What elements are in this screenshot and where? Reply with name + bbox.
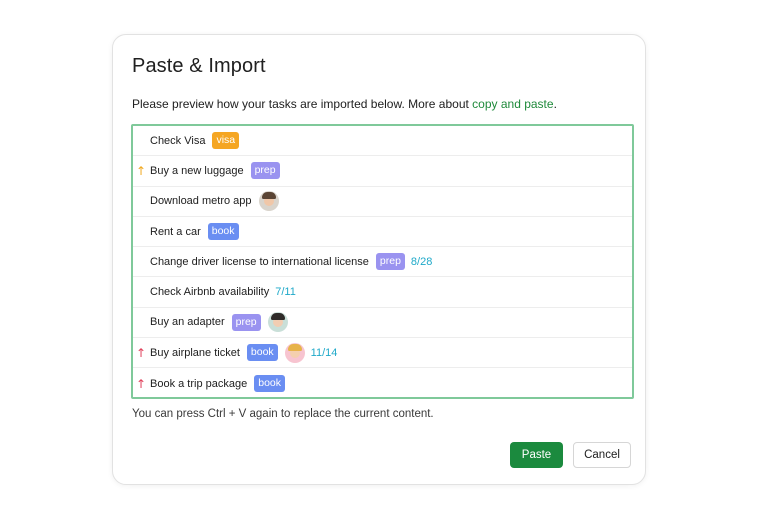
- task-row[interactable]: Check Visa visa: [133, 126, 632, 157]
- task-row[interactable]: ↑ Buy a new luggage prep: [133, 156, 632, 187]
- task-row[interactable]: Buy an adapter prep: [133, 308, 632, 339]
- tag-badge: book: [207, 223, 239, 241]
- task-row[interactable]: ↑ Buy airplane ticket book 11/14: [133, 338, 632, 369]
- tag-badge: book: [246, 344, 278, 362]
- avatar-hair: [287, 343, 302, 351]
- task-title: Rent a car: [150, 225, 201, 238]
- tag-badge: prep: [250, 162, 280, 180]
- task-title: Download metro app: [150, 195, 252, 208]
- subtask-count: 11/14: [310, 346, 338, 359]
- task-title: Book a trip package: [150, 377, 248, 390]
- intro-text: Please preview how your tasks are import…: [132, 97, 557, 111]
- paste-import-dialog: Paste & Import Please preview how your t…: [112, 34, 646, 485]
- cancel-button[interactable]: Cancel: [573, 442, 631, 468]
- task-title: Buy an adapter: [150, 316, 225, 329]
- task-row[interactable]: ↑ Book a trip package book: [133, 368, 632, 397]
- task-row[interactable]: Download metro app: [133, 187, 632, 217]
- priority-arrow-icon: ↑: [136, 376, 147, 391]
- replace-hint: You can press Ctrl + V again to replace …: [132, 408, 434, 420]
- copy-paste-link[interactable]: copy and paste: [472, 97, 553, 111]
- intro-end: .: [553, 97, 557, 111]
- avatar-hair: [261, 192, 276, 200]
- priority-arrow-icon: ↑: [136, 163, 147, 178]
- subtask-count: 7/11: [275, 286, 296, 299]
- task-row[interactable]: Check Airbnb availability 7/11: [133, 277, 632, 308]
- tag-badge: book: [254, 375, 286, 393]
- assignee-avatar: [284, 342, 305, 363]
- task-title: Buy a new luggage: [150, 164, 244, 177]
- task-title: Buy airplane ticket: [150, 346, 240, 359]
- task-row[interactable]: Rent a car book: [133, 217, 632, 248]
- avatar-hair: [270, 313, 285, 321]
- priority-arrow-icon: ↑: [136, 345, 147, 360]
- subtask-count: 8/28: [410, 255, 433, 268]
- dialog-title: Paste & Import: [132, 55, 266, 77]
- assignee-avatar: [267, 312, 288, 333]
- paste-button[interactable]: Paste: [510, 442, 563, 468]
- tag-badge: prep: [231, 313, 261, 331]
- task-row[interactable]: Change driver license to international l…: [133, 247, 632, 278]
- intro-body: Please preview how your tasks are import…: [132, 97, 473, 111]
- tag-badge: visa: [212, 132, 240, 150]
- task-preview-list[interactable]: Check Visa visa ↑ Buy a new luggage prep Down…: [131, 124, 634, 399]
- task-title: Check Visa: [150, 134, 206, 147]
- task-title: Change driver license to international l…: [150, 255, 369, 268]
- tag-badge: prep: [375, 253, 405, 271]
- assignee-avatar: [258, 191, 279, 212]
- task-title: Check Airbnb availability: [150, 286, 270, 299]
